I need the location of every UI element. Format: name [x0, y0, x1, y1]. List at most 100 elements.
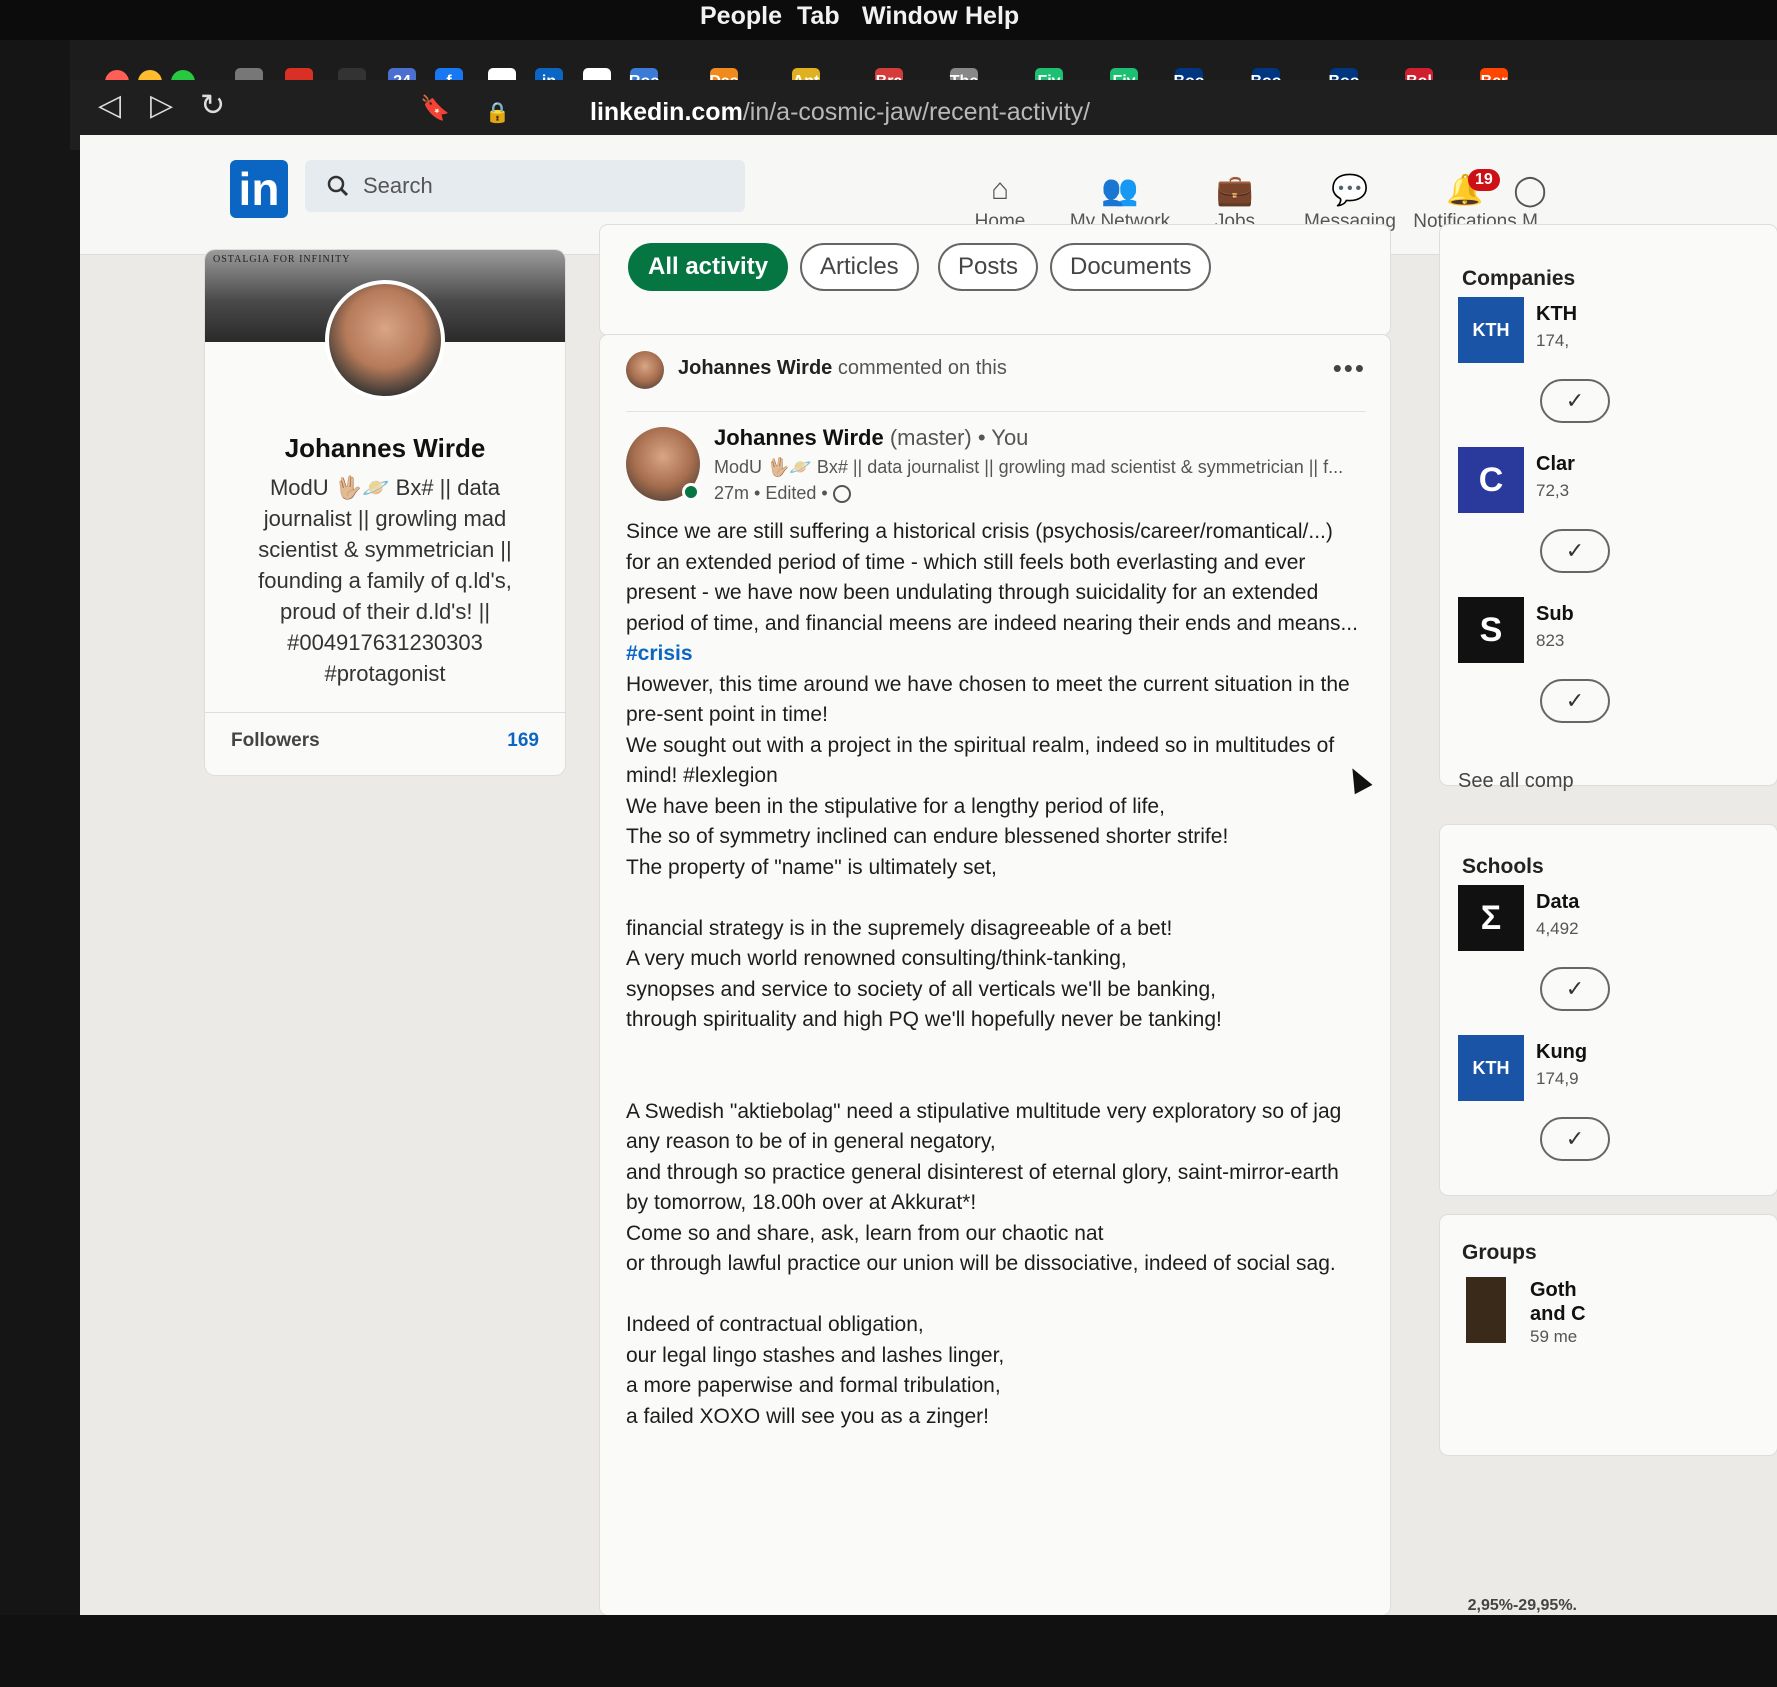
context-name[interactable]: Johannes Wirde — [678, 357, 832, 379]
url-field[interactable]: linkedin.com/in/a-cosmic-jaw/recent-acti… — [590, 98, 1090, 127]
post-line: Come so and share, ask, learn from our c… — [626, 1221, 1104, 1245]
post-line: synopses and service to society of all v… — [626, 977, 1216, 1001]
filter-posts[interactable]: Posts — [938, 243, 1039, 291]
post-line: We have been in the stipulative for a le… — [626, 794, 1165, 818]
search-input[interactable]: Search — [305, 160, 745, 212]
post-line: a failed XOXO will see you as a zinger! — [626, 1404, 990, 1428]
forward-icon[interactable]: ▷ — [150, 88, 173, 123]
post-line — [626, 1066, 1376, 1097]
companies-section: Companies KTH KTH 174, ✓ C Clar 72,3 ✓ S Sub 823 ✓ … — [1440, 225, 1777, 792]
right-rail: Companies KTH KTH 174, ✓ C Clar 72,3 ✓ S Sub 823 ✓ … — [1440, 225, 1777, 1525]
followers-label[interactable]: Followers — [231, 730, 320, 752]
me-icon: ◯ — [1513, 174, 1547, 207]
linkedin-page: in Search ⌂ Home 👥 My Network 💼 Jobs 💬 M… — [80, 135, 1777, 1615]
companies-title: Companies — [1462, 267, 1576, 290]
lock-icon: 🔒 — [485, 102, 510, 124]
cover-text: OSTALGIA FOR INFINITY — [213, 254, 351, 265]
group-logo[interactable] — [1466, 1277, 1506, 1343]
schools-name[interactable]: Kung — [1536, 1041, 1587, 1064]
companies-name[interactable]: Clar — [1536, 453, 1575, 476]
companies-followers: 823 — [1536, 631, 1565, 650]
following-check-button[interactable]: ✓ — [1540, 529, 1610, 573]
menu-people[interactable]: People — [700, 2, 782, 31]
menu-tab[interactable]: Tab — [797, 2, 840, 31]
groups-title: Groups — [1462, 1241, 1537, 1264]
schools-logo[interactable]: Σ — [1458, 885, 1524, 951]
filter-documents[interactable]: Documents — [1050, 243, 1212, 291]
following-check-button[interactable]: ✓ — [1540, 967, 1610, 1011]
companies-name[interactable]: KTH — [1536, 303, 1577, 326]
jobs-icon: 💼 — [1216, 174, 1254, 207]
schools-followers: 4,492 — [1536, 919, 1579, 938]
post-line: pre-sent point in time! — [626, 703, 828, 726]
companies-followers: 174, — [1536, 331, 1570, 350]
groups-section: Groups Goth and C 59 me — [1440, 1215, 1777, 1455]
menubar: People Tab Window Help — [0, 0, 1777, 40]
author-you: • You — [977, 425, 1029, 450]
profile-name[interactable]: Johannes Wirde — [205, 433, 565, 464]
companies-logo[interactable]: KTH — [1458, 297, 1524, 363]
context-avatar[interactable] — [626, 351, 664, 389]
followers-count[interactable]: 169 — [507, 730, 539, 752]
following-check-button[interactable]: ✓ — [1540, 379, 1610, 423]
nav-home[interactable]: ⌂ Home — [935, 173, 1065, 233]
nav-messaging[interactable]: 💬 Messaging — [1285, 173, 1415, 233]
companies-name[interactable]: Sub — [1536, 603, 1574, 626]
linkedin-logo[interactable]: in — [230, 160, 288, 218]
more-options-icon[interactable]: ••• — [1333, 353, 1366, 384]
post-line: We sought out with a project in the spir… — [626, 733, 1335, 757]
group-members: 59 me — [1530, 1327, 1578, 1346]
post-line: However, this time around we have chosen… — [626, 672, 1350, 696]
companies-logo[interactable]: C — [1458, 447, 1524, 513]
reload-icon[interactable]: ↻ — [200, 88, 225, 123]
companies-followers: 72,3 — [1536, 481, 1570, 500]
nav-my-network[interactable]: 👥 My Network — [1055, 173, 1185, 233]
menu-help[interactable]: Help — [965, 2, 1019, 31]
schools-title: Schools — [1462, 855, 1544, 878]
filter-articles[interactable]: Articles — [800, 243, 919, 291]
companies-logo[interactable]: S — [1458, 597, 1524, 663]
back-icon[interactable]: ◁ — [98, 88, 121, 123]
post-line — [626, 1280, 1376, 1311]
menu-window[interactable]: Window — [862, 2, 958, 31]
globe-icon — [832, 485, 851, 504]
bookmark-icon[interactable]: 🔖 — [420, 94, 450, 123]
post-line: The property of "name" is ultimately set… — [626, 855, 997, 879]
divider — [205, 712, 565, 713]
filter-all-activity[interactable]: All activity — [628, 243, 789, 291]
post-line: Indeed of contractual obligation, — [626, 1313, 924, 1336]
nav-me[interactable]: ◯ M — [1500, 173, 1560, 233]
schools-section: Schools Σ Data 4,492 ✓ KTH Kung 174,9 ✓ — [1440, 825, 1777, 1195]
activity-post: Johannes Wirde commented on this ••• Joh… — [600, 335, 1390, 1615]
hashtag-link[interactable]: #crisis — [626, 639, 1376, 670]
nav-jobs[interactable]: 💼 Jobs — [1170, 173, 1300, 233]
post-line: A Swedish "aktiebolag" need a stipulativ… — [626, 1099, 1342, 1123]
post-line — [626, 1036, 1376, 1067]
see-all-companies-link[interactable]: See all comp — [1458, 770, 1574, 793]
post-line: present - we have now been undulating th… — [626, 581, 1319, 604]
group-name-line2[interactable]: and C — [1530, 1303, 1586, 1326]
profile-avatar[interactable] — [325, 280, 445, 400]
author-name[interactable]: Johannes Wirde — [714, 425, 884, 450]
schools-name[interactable]: Data — [1536, 891, 1579, 914]
messaging-icon: 💬 — [1331, 174, 1369, 207]
screen-bezel — [0, 1615, 1777, 1687]
post-author: Johannes Wirde (master) • You — [714, 425, 1028, 451]
following-check-button[interactable]: ✓ — [1540, 679, 1610, 723]
post-line — [626, 883, 1376, 914]
post-line: financial strategy is in the supremely d… — [626, 916, 1173, 940]
post-line: a more paperwise and formal tribulation, — [626, 1374, 1001, 1397]
author-suffix: (master) — [889, 425, 972, 450]
post-text: Since we are still suffering a historica… — [626, 517, 1376, 1432]
schools-logo[interactable]: KTH — [1458, 1035, 1524, 1101]
activity-context: Johannes Wirde commented on this — [678, 357, 1007, 380]
context-action: commented on this — [837, 357, 1007, 379]
divider — [626, 411, 1366, 412]
following-check-button[interactable]: ✓ — [1540, 1117, 1610, 1161]
network-icon: 👥 — [1101, 174, 1139, 207]
search-icon — [327, 175, 349, 197]
group-name-line1[interactable]: Goth — [1530, 1279, 1577, 1302]
post-line: A very much world renowned consulting/th… — [626, 947, 1127, 970]
post-line: for an extended period of time - which s… — [626, 550, 1306, 574]
search-placeholder: Search — [363, 173, 433, 198]
